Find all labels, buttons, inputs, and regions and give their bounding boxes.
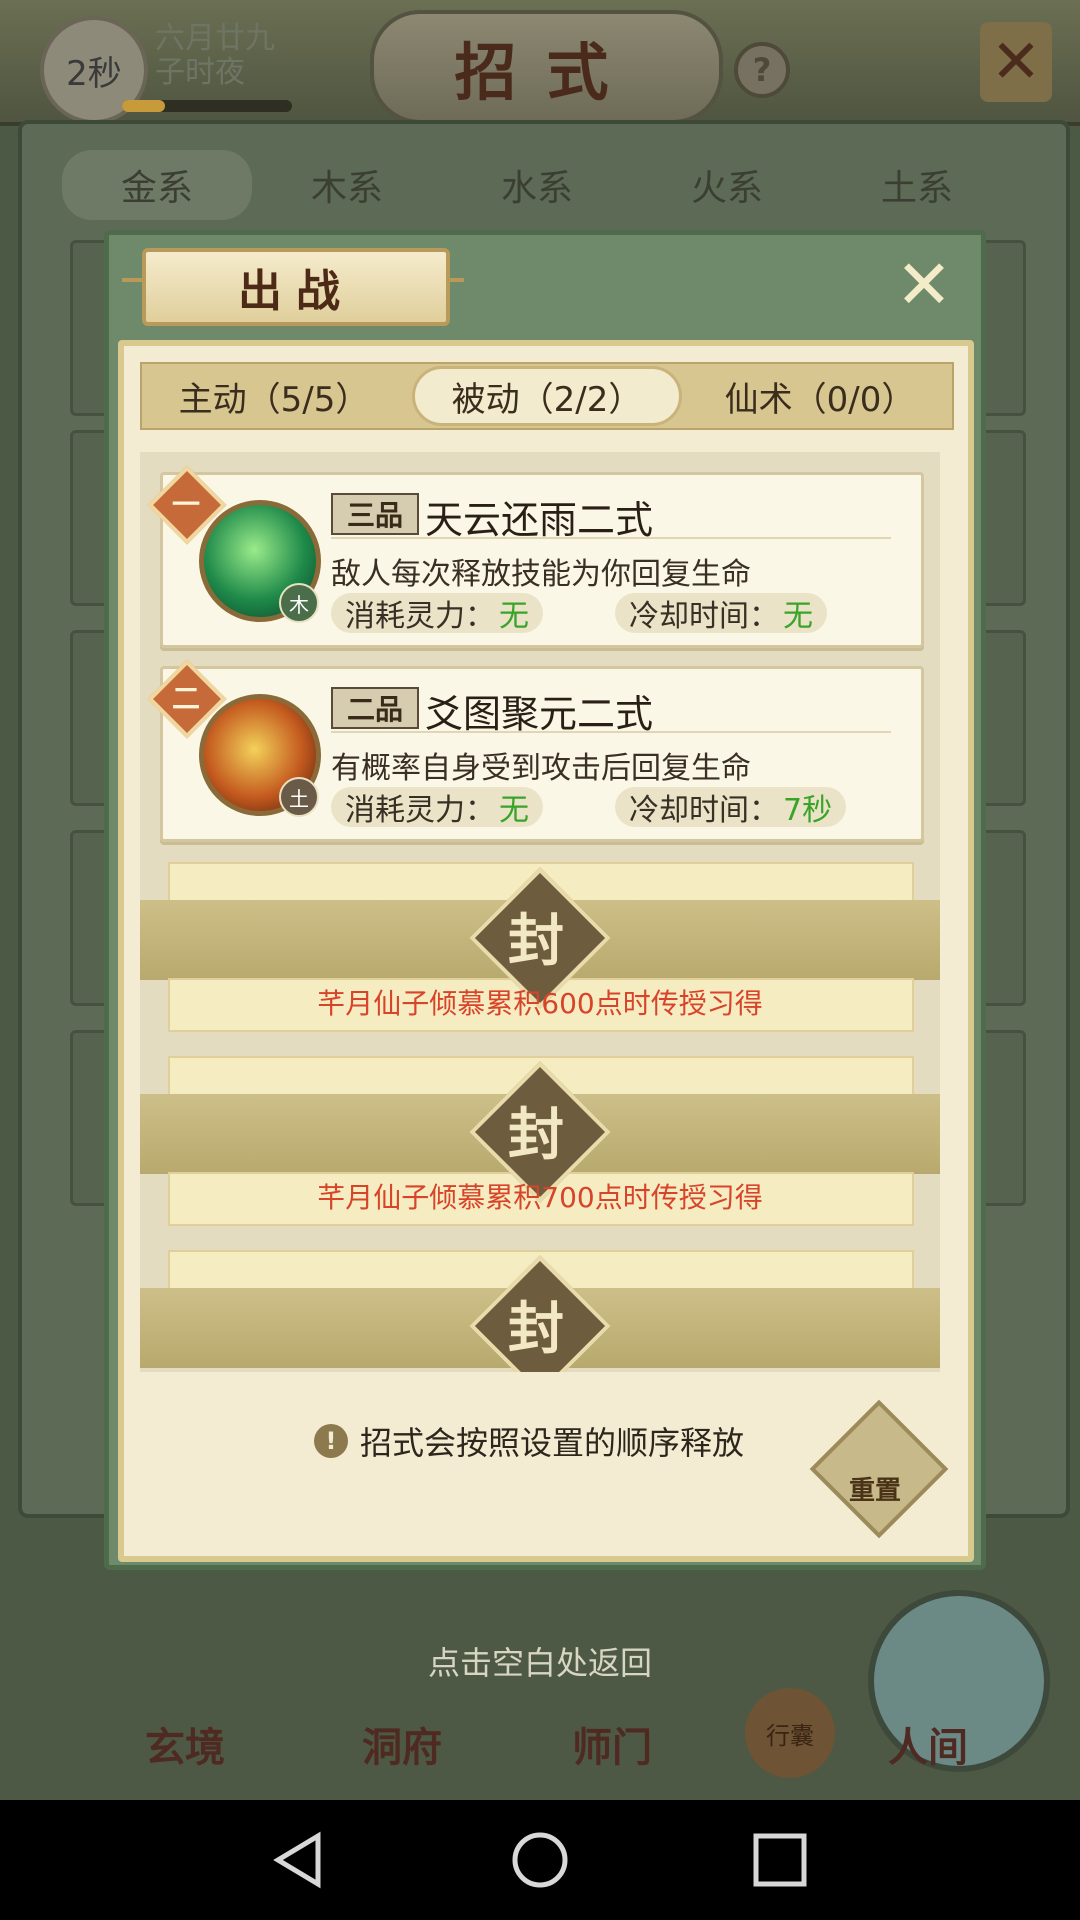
cost-value: 无	[499, 599, 529, 634]
grade-tag: 三品	[331, 493, 419, 535]
tab-spells[interactable]: 仙术（0/0）	[688, 364, 952, 428]
unlock-condition: 芊月仙子倾慕累积600点时传授习得	[317, 987, 763, 1020]
order-hint: ! 招式会按照设置的顺序释放	[314, 1418, 744, 1464]
tab-passive-skills[interactable]: 被动（2/2）	[412, 366, 682, 426]
home-icon[interactable]	[510, 1830, 570, 1890]
cooldown-label: 冷却时间：	[629, 599, 779, 634]
divider	[331, 731, 891, 733]
date-display: 六月廿九 子时夜	[155, 22, 275, 90]
skill-card[interactable]: 一 木 三品 天云还雨二式 敌人每次释放技能为你回复生命 消耗灵力：无 冷却时间…	[147, 465, 924, 648]
close-icon[interactable]: ✕	[980, 22, 1052, 102]
locked-slot[interactable]: 封	[140, 1250, 940, 1372]
back-icon[interactable]	[270, 1830, 330, 1890]
cooldown-stat: 冷却时间： 7秒	[615, 787, 847, 828]
skill-name: 爻图聚元二式	[425, 692, 654, 736]
return-hint[interactable]: 点击空白处返回	[330, 1638, 750, 1684]
date-line: 六月廿九	[155, 21, 275, 56]
skill-card[interactable]: 二 土 二品 爻图聚元二式 有概率自身受到攻击后回复生命 消耗灵力：无 冷却时间…	[147, 659, 924, 842]
info-icon: !	[314, 1424, 348, 1458]
cost-value: 无	[499, 793, 529, 828]
cost-stat: 消耗灵力：无	[331, 787, 543, 828]
cost-label: 消耗灵力：	[345, 599, 495, 634]
cooldown-label: 冷却时间：	[629, 793, 779, 828]
element-badge: 木	[279, 583, 319, 623]
unlock-condition: 芊月仙子倾慕累积700点时传授习得	[317, 1181, 763, 1214]
order-number: 一	[171, 488, 200, 521]
order-number: 二	[171, 682, 200, 715]
skill-description: 有概率自身受到攻击后回复生命	[331, 751, 751, 786]
element-tabs: 金系 木系 水系 火系 土系	[62, 150, 1012, 220]
skill-list[interactable]: 一 木 三品 天云还雨二式 敌人每次释放技能为你回复生命 消耗灵力：无 冷却时间…	[140, 452, 940, 1372]
cost-stat: 消耗灵力：无	[331, 593, 543, 634]
tab-metal[interactable]: 金系	[62, 150, 252, 220]
element-badge: 土	[279, 777, 319, 817]
divider	[331, 537, 891, 539]
tab-water[interactable]: 水系	[442, 150, 632, 220]
cost-label: 消耗灵力：	[345, 793, 495, 828]
skill-name: 天云还雨二式	[425, 498, 654, 542]
bag-button[interactable]: 行囊	[745, 1688, 835, 1778]
locked-slot[interactable]: 封 芊月仙子倾慕累积700点时传授习得	[140, 1056, 940, 1234]
popup-close-icon[interactable]: ✕	[890, 252, 958, 320]
energy-bar-fill	[122, 100, 165, 112]
cooldown-stat: 冷却时间：无	[615, 593, 827, 634]
time-line: 子时夜	[155, 55, 245, 90]
seal-text: 封	[508, 1296, 564, 1362]
locked-slot[interactable]: 封 芊月仙子倾慕累积600点时传授习得	[140, 862, 940, 1040]
grade-tag: 二品	[331, 687, 419, 729]
tab-fire[interactable]: 火系	[632, 150, 822, 220]
help-icon[interactable]: ?	[734, 42, 790, 98]
page-title: 招式	[370, 10, 723, 124]
cooldown-value: 7秒	[783, 793, 833, 828]
recents-icon[interactable]	[750, 1830, 810, 1890]
nav-dongfu[interactable]: 洞府	[362, 1715, 442, 1773]
nav-xuanjing[interactable]: 玄境	[145, 1715, 225, 1773]
world-label[interactable]: 人间	[888, 1715, 968, 1773]
cooldown-value: 无	[783, 599, 813, 634]
energy-bar	[122, 100, 292, 112]
nav-shimen[interactable]: 师门	[572, 1715, 652, 1773]
skill-type-tabs: 主动（5/5） 被动（2/2） 仙术（0/0）	[140, 362, 954, 430]
popup-title: 出战	[142, 248, 450, 326]
tab-active-skills[interactable]: 主动（5/5）	[142, 364, 406, 428]
hint-text: 招式会按照设置的顺序释放	[360, 1424, 745, 1462]
tab-earth[interactable]: 土系	[822, 150, 1012, 220]
seal-text: 封	[508, 908, 564, 974]
timer-text: 2秒	[66, 53, 122, 94]
skill-description: 敌人每次释放技能为你回复生命	[331, 557, 751, 592]
tab-wood[interactable]: 木系	[252, 150, 442, 220]
seal-text: 封	[508, 1102, 564, 1168]
reset-label[interactable]: 重置	[830, 1470, 920, 1507]
